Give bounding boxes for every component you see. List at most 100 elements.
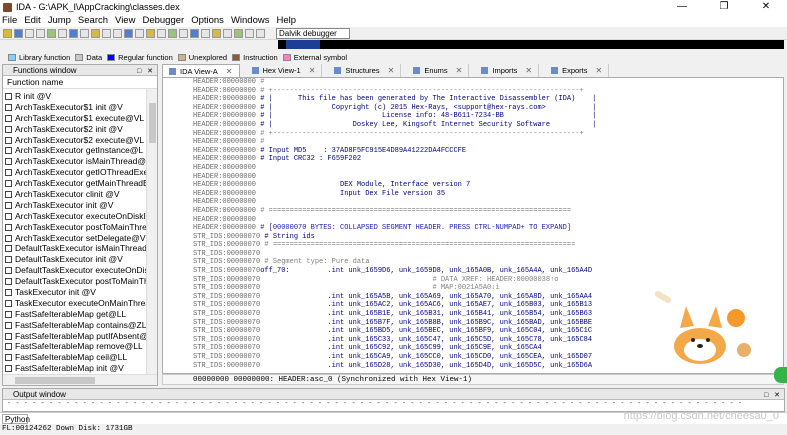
disassembly-line[interactable]: HEADER:00000000 xyxy=(193,164,778,173)
minimize-button[interactable]: — xyxy=(661,0,703,14)
function-list-item[interactable]: ArchTaskExecutor isMainThread@Z xyxy=(3,156,147,167)
function-list-item[interactable]: ArchTaskExecutor clinit @V xyxy=(3,189,147,200)
disassembly-line[interactable]: HEADER:00000000 # xyxy=(193,78,778,87)
tab-hex-view-1[interactable]: Hex View-1 ✕ xyxy=(246,64,323,77)
scroll-thumb[interactable] xyxy=(149,103,156,143)
scroll-thumb[interactable] xyxy=(15,377,95,384)
tab-exports[interactable]: Exports ✕ xyxy=(545,64,610,77)
functions-vertical-scrollbar[interactable] xyxy=(146,89,157,375)
undefine-icon[interactable] xyxy=(135,28,144,38)
output-close-icon[interactable]: □ ✕ xyxy=(764,390,782,401)
pause-icon[interactable] xyxy=(245,28,254,38)
tab-close-icon[interactable]: ✕ xyxy=(388,64,395,77)
disassembly-line[interactable]: HEADER:00000000 # | Doskey Lee, Kingsoft… xyxy=(193,121,778,130)
string-icon[interactable] xyxy=(113,28,122,38)
segment-icon[interactable] xyxy=(212,28,221,38)
function-list-item[interactable]: ArchTaskExecutor$2 init @V xyxy=(3,124,147,135)
run-icon[interactable] xyxy=(234,28,243,38)
panel-close-icon[interactable]: □ ✕ xyxy=(137,66,155,77)
tab-enums[interactable]: Enums ✕ xyxy=(407,64,470,77)
function-list-item[interactable]: DefaultTaskExecutor isMainThread@Z xyxy=(3,243,147,254)
back-icon[interactable] xyxy=(25,28,34,38)
text-search-icon[interactable] xyxy=(69,28,78,38)
disassembly-line[interactable]: HEADER:00000000 # [00000070 BYTES: COLLA… xyxy=(193,224,778,233)
function-list-item[interactable]: ArchTaskExecutor getMainThreadExec xyxy=(3,178,147,189)
menu-windows[interactable]: Windows xyxy=(231,15,270,26)
menu-debugger[interactable]: Debugger xyxy=(142,15,184,26)
struct-icon[interactable] xyxy=(190,28,199,38)
disassembly-line[interactable]: HEADER:00000000 # +---------------------… xyxy=(193,130,778,139)
name-icon[interactable] xyxy=(146,28,155,38)
tab-close-icon[interactable]: ✕ xyxy=(456,64,463,77)
xref-icon[interactable] xyxy=(179,28,188,38)
disassembly-line[interactable]: HEADER:00000000 # +---------------------… xyxy=(193,87,778,96)
menu-options[interactable]: Options xyxy=(191,15,224,26)
disassembly-line[interactable]: HEADER:00000000 DEX Module, Interface ve… xyxy=(193,181,778,190)
disassembly-line[interactable]: HEADER:00000000 # ======================… xyxy=(193,207,778,216)
disassembly-line[interactable]: HEADER:00000000 xyxy=(193,198,778,207)
close-button[interactable]: ✕ xyxy=(745,0,787,14)
function-list-item[interactable]: ArchTaskExecutor getInstance@L xyxy=(3,145,147,156)
function-list-item[interactable]: ArchTaskExecutor postToMainThread@ xyxy=(3,222,147,233)
function-list-item[interactable]: FastSafeIterableMap putIfAbsent@LL xyxy=(3,331,147,342)
function-list-item[interactable]: FastSafeIterableMap init @V xyxy=(3,363,147,373)
function-list-item[interactable]: R init @V xyxy=(3,91,147,102)
functions-horizontal-scrollbar[interactable] xyxy=(3,374,157,385)
function-list-item[interactable]: ArchTaskExecutor$2 execute@VL xyxy=(3,135,147,146)
disassembly-line[interactable]: STR_IDS:00000070 # DATA XREF: HEADER:000… xyxy=(193,276,778,285)
tab-structures[interactable]: Structures ✕ xyxy=(328,64,402,77)
tab-ida-view-a[interactable]: IDA View-A ✕ xyxy=(162,64,240,77)
function-list-item[interactable]: ArchTaskExecutor init @V xyxy=(3,200,147,211)
maximize-button[interactable]: ❐ xyxy=(703,0,745,14)
disassembly-line[interactable]: STR_IDS:00000070 # String ids xyxy=(193,233,778,242)
binary-search-icon[interactable] xyxy=(80,28,89,38)
disassembly-line[interactable]: HEADER:00000000 # Input CRC32 : F659F202 xyxy=(193,155,778,164)
disassembly-line[interactable]: HEADER:00000000 xyxy=(193,173,778,182)
disassembly-line[interactable]: HEADER:00000000 xyxy=(193,216,778,225)
function-icon[interactable] xyxy=(223,28,232,38)
navigation-segments[interactable] xyxy=(278,40,784,49)
menu-view[interactable]: View xyxy=(115,15,135,26)
tab-close-icon[interactable]: ✕ xyxy=(596,64,603,77)
tab-close-icon[interactable]: ✕ xyxy=(309,64,316,77)
function-list-item[interactable]: ArchTaskExecutor setDelegate@VL xyxy=(3,233,147,244)
disassembly-line[interactable]: HEADER:00000000 # xyxy=(193,138,778,147)
enum-icon[interactable] xyxy=(201,28,210,38)
disassembly-line[interactable]: HEADER:00000000 # | This file has been g… xyxy=(193,95,778,104)
disassembly-line[interactable]: HEADER:00000000 # | License info: 48-B61… xyxy=(193,112,778,121)
disassembly-line[interactable]: STR_IDS:00000070 # Segment type: Pure da… xyxy=(193,258,778,267)
stop-icon[interactable] xyxy=(256,28,265,38)
save-icon[interactable] xyxy=(14,28,23,38)
function-list-item[interactable]: DefaultTaskExecutor postToMainThrea xyxy=(3,276,147,287)
search-icon[interactable] xyxy=(58,28,67,38)
array-icon[interactable] xyxy=(124,28,133,38)
tab-imports[interactable]: Imports ✕ xyxy=(475,64,540,77)
python-interpreter-button[interactable]: Python xyxy=(2,414,30,424)
forward-icon[interactable] xyxy=(36,28,45,38)
menu-search[interactable]: Search xyxy=(78,15,108,26)
function-list-item[interactable]: TaskExecutor init @V xyxy=(3,287,147,298)
function-list-item[interactable]: FastSafeIterableMap remove@LL xyxy=(3,341,147,352)
tab-close-icon[interactable]: ✕ xyxy=(226,65,233,78)
disassembly-line[interactable]: HEADER:00000000 # Input MD5 : 37AD8F5FC9… xyxy=(193,147,778,156)
menu-edit[interactable]: Edit xyxy=(24,15,40,26)
function-name-column-header[interactable]: Function name xyxy=(3,76,157,89)
debugger-select[interactable]: Dalvik debugger xyxy=(276,28,350,39)
function-list-item[interactable]: DefaultTaskExecutor executeOnDiskIC xyxy=(3,265,147,276)
jump-icon[interactable] xyxy=(47,28,56,38)
function-list-item[interactable]: ArchTaskExecutor$1 execute@VL xyxy=(3,113,147,124)
disassembly-line[interactable]: HEADER:00000000 Input Dex File version 3… xyxy=(193,190,778,199)
tab-close-icon[interactable]: ✕ xyxy=(525,64,532,77)
function-list-item[interactable]: ArchTaskExecutor$1 init @V xyxy=(3,102,147,113)
function-list-item[interactable]: ArchTaskExecutor executeOnDiskIO@ xyxy=(3,211,147,222)
function-list-item[interactable]: TaskExecutor executeOnMainThread@ xyxy=(3,298,147,309)
function-list-item[interactable]: FastSafeIterableMap contains@ZL xyxy=(3,320,147,331)
menu-help[interactable]: Help xyxy=(276,15,296,26)
comment-icon[interactable] xyxy=(157,28,166,38)
graph-icon[interactable] xyxy=(168,28,177,38)
disassembly-line[interactable]: STR_IDS:00000070 # =====================… xyxy=(193,241,778,250)
disassembly-line[interactable]: HEADER:00000000 # | Copyright (c) 2015 H… xyxy=(193,104,778,113)
menu-file[interactable]: File xyxy=(2,15,17,26)
function-list-item[interactable]: ArchTaskExecutor getIOThreadExecut xyxy=(3,167,147,178)
function-list-item[interactable]: FastSafeIterableMap get@LL xyxy=(3,309,147,320)
